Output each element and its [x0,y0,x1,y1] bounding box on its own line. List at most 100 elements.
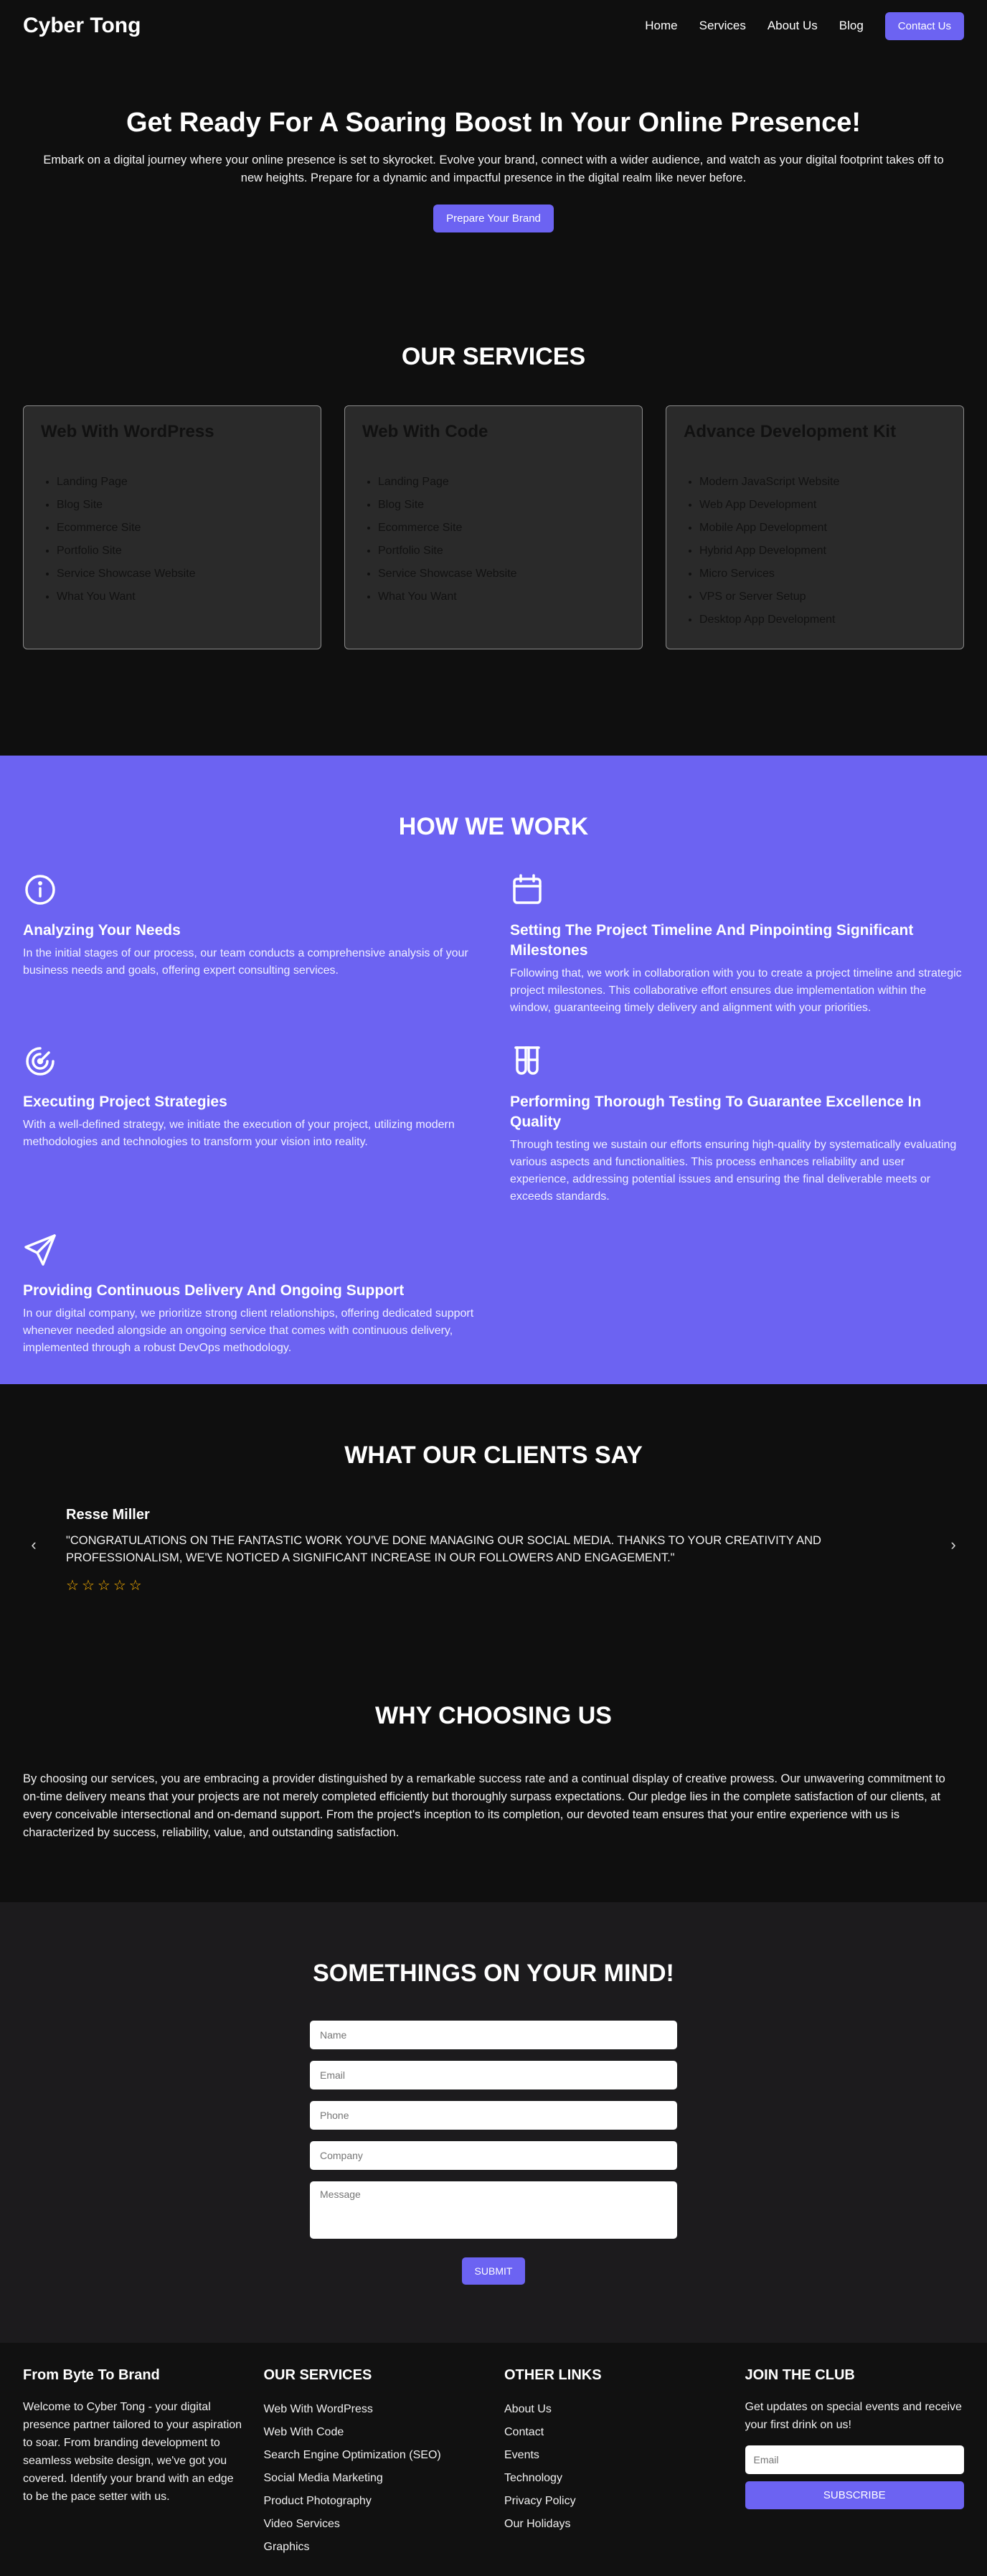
subscribe-button[interactable]: SUBSCRIBE [745,2481,964,2509]
service-list: Modern JavaScript Website Web App Develo… [684,471,946,631]
how-item-delivery: Providing Continuous Delivery And Ongoin… [23,1233,477,1357]
why-text: By choosing our services, you are embrac… [23,1772,945,1839]
service-list-item: Landing Page [378,471,625,494]
how-we-work-section: HOW WE WORK Analyzing Your Needs In the … [0,756,987,1384]
star-icon: ☆ [81,1578,95,1594]
hero-section: Get Ready For A Soaring Boost In Your On… [0,52,987,280]
how-item-text: In the initial stages of our process, ou… [23,947,468,977]
footer-link[interactable]: Search Engine Optimization (SEO) [264,2444,483,2467]
contact-form: SUBMIT [310,2021,677,2285]
testimonial-carousel: ‹ Resse Miller "CONGRATULATIONS ON THE F… [0,1507,987,1594]
how-item-text: With a well-defined strategy, we initiat… [23,1119,455,1148]
footer-links: OTHER LINKS About Us Contact Events Tech… [504,2367,724,2576]
service-list-item: Blog Site [378,494,625,517]
footer-link[interactable]: Contact [504,2421,724,2444]
phone-field[interactable] [310,2101,677,2130]
service-list-item: Blog Site [57,494,303,517]
star-icon: ☆ [128,1578,142,1594]
how-item-execute: Executing Project Strategies With a well… [23,1044,477,1205]
service-list-item: VPS or Server Setup [699,586,946,608]
footer-club-title: JOIN THE CLUB [745,2367,855,2383]
message-field[interactable] [310,2181,677,2239]
service-list-item: Micro Services [699,563,946,586]
service-list-item: Portfolio Site [378,540,625,563]
star-icon: ☆ [113,1578,126,1594]
service-card-title: Web With WordPress [41,422,214,441]
site-footer: From Byte To Brand Welcome to Cyber Tong… [0,2343,987,2576]
testimonial-card: Resse Miller "CONGRATULATIONS ON THE FAN… [44,1507,943,1594]
submit-button[interactable]: SUBMIT [461,2257,526,2285]
service-list-item: Mobile App Development [699,517,946,540]
newsletter-email-input[interactable] [745,2445,964,2474]
how-title: HOW WE WORK [398,813,589,840]
how-item-text: In our digital company, we prioritize st… [23,1307,474,1354]
nav-link-home[interactable]: Home [645,19,677,33]
footer-links-list: About Us Contact Events Technology Priva… [504,2398,724,2536]
star-icon: ☆ [66,1578,79,1594]
service-list-item: Landing Page [57,471,303,494]
nav-link-about[interactable]: About Us [768,19,818,33]
footer-link[interactable]: Product Photography [264,2490,483,2513]
footer-services-list: Web With WordPress Web With Code Search … [264,2398,483,2559]
service-list: Landing Page Blog Site Ecommerce Site Po… [41,471,303,608]
prepare-brand-button[interactable]: Prepare Your Brand [433,205,554,232]
chevron-left-icon[interactable]: ‹ [23,1507,44,1554]
how-item-title: Analyzing Your Needs [23,922,181,939]
footer-about-title: From Byte To Brand [23,2367,160,2383]
contact-title: SOMETHINGS ON YOUR MIND! [313,1960,674,1987]
hero-text: Embark on a digital journey where your o… [43,154,944,184]
service-card-wordpress: Web With WordPress Landing Page Blog Sit… [23,405,321,649]
nav-link-blog[interactable]: Blog [839,19,864,33]
service-cards: Web With WordPress Landing Page Blog Sit… [0,405,987,649]
footer-about-text: Welcome to Cyber Tong - your digital pre… [23,2401,242,2503]
email-field[interactable] [310,2061,677,2090]
services-title: OUR SERVICES [401,343,586,370]
footer-services-title: OUR SERVICES [263,2367,372,2383]
nav-links: Home Services About Us Blog Contact Us [645,11,964,40]
hero-title: Get Ready For A Soaring Boost In Your On… [126,108,861,138]
how-item-analyze: Analyzing Your Needs In the initial stag… [23,873,477,1017]
footer-link[interactable]: Events [504,2444,724,2467]
service-list-item: Modern JavaScript Website [699,471,946,494]
service-list-item: Ecommerce Site [57,517,303,540]
service-list-item: Service Showcase Website [57,563,303,586]
how-item-timeline: Setting The Project Timeline And Pinpoin… [510,873,964,1017]
contact-us-button[interactable]: Contact Us [884,11,964,40]
footer-link[interactable]: Social Media Marketing [264,2467,483,2490]
service-list-item: Desktop App Development [699,608,946,631]
how-item-title: Setting The Project Timeline And Pinpoin… [510,922,914,959]
footer-link[interactable]: Our Holidays [504,2513,724,2536]
footer-link[interactable]: Technology [504,2467,724,2490]
why-choose-section: WHY CHOOSING US By choosing our services… [0,1640,987,1902]
service-card-title: Advance Development Kit [684,422,897,441]
how-item-text: Through testing we sustain our efforts e… [510,1139,957,1203]
how-item-title: Performing Thorough Testing To Guarantee… [510,1094,922,1130]
why-title: WHY CHOOSING US [375,1702,612,1729]
site-logo[interactable]: Cyber Tong [23,14,141,38]
how-item-title: Providing Continuous Delivery And Ongoin… [23,1282,405,1299]
footer-link[interactable]: Web With Code [264,2421,483,2444]
footer-link[interactable]: Privacy Policy [504,2490,724,2513]
footer-services: OUR SERVICES Web With WordPress Web With… [264,2367,483,2576]
footer-link[interactable]: Graphics [264,2536,483,2559]
footer-link[interactable]: About Us [504,2398,724,2421]
client-quote: "CONGRATULATIONS ON THE FANTASTIC WORK Y… [66,1534,821,1564]
footer-link[interactable]: Video Services [264,2513,483,2536]
service-list-item: Portfolio Site [57,540,303,563]
footer-about: From Byte To Brand Welcome to Cyber Tong… [23,2367,242,2576]
calendar-icon [513,874,542,904]
top-nav: Cyber Tong Home Services About Us Blog C… [0,0,987,52]
service-list-item: Web App Development [699,494,946,517]
service-list-item: What You Want [378,586,625,608]
info-icon [25,875,55,905]
nav-link-services[interactable]: Services [699,19,746,33]
service-card-title: Web With Code [362,422,488,441]
footer-link[interactable]: Web With WordPress [264,2398,483,2421]
target-icon [26,1047,55,1076]
how-item-text: Following that, we work in collaboration… [510,967,962,1014]
name-field[interactable] [310,2021,677,2049]
service-card-advance: Advance Development Kit Modern JavaScrip… [666,405,964,649]
service-list: Landing Page Blog Site Ecommerce Site Po… [362,471,625,608]
chevron-right-icon[interactable]: › [943,1507,964,1554]
company-field[interactable] [310,2141,677,2170]
